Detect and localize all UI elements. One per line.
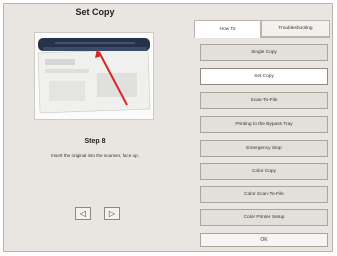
option-single-copy[interactable]: Single Copy	[200, 44, 328, 61]
triangle-right-icon: ▷	[108, 209, 116, 218]
tab-troubleshooting[interactable]: Troubleshooting	[261, 20, 330, 37]
page-title: Set Copy	[75, 7, 115, 17]
option-color-copy[interactable]: Color Copy	[200, 163, 328, 180]
step-instruction: Insert the original into the scanner, fa…	[51, 153, 139, 158]
option-scan-to-file[interactable]: Scan-To-File	[200, 92, 328, 109]
step-title: Step 8	[84, 138, 106, 145]
option-set-copy[interactable]: Set Copy	[200, 68, 328, 85]
next-step-button[interactable]: ▷	[104, 207, 120, 220]
option-printing-bypass-tray[interactable]: Printing to the Bypass Tray	[200, 116, 328, 133]
tab-how-to[interactable]: How To	[194, 20, 261, 38]
option-color-printer-setup[interactable]: Color Printer Setup	[200, 209, 328, 226]
triangle-left-icon: ◁	[79, 209, 87, 218]
instruction-image	[34, 32, 154, 120]
option-color-scan-to-file[interactable]: Color Scan-To-File	[200, 186, 328, 203]
scanner-illustration	[35, 33, 153, 119]
previous-step-button[interactable]: ◁	[75, 207, 91, 220]
option-emergency-stop[interactable]: Emergency Stop	[200, 140, 328, 157]
ok-button[interactable]: OK	[200, 233, 328, 247]
